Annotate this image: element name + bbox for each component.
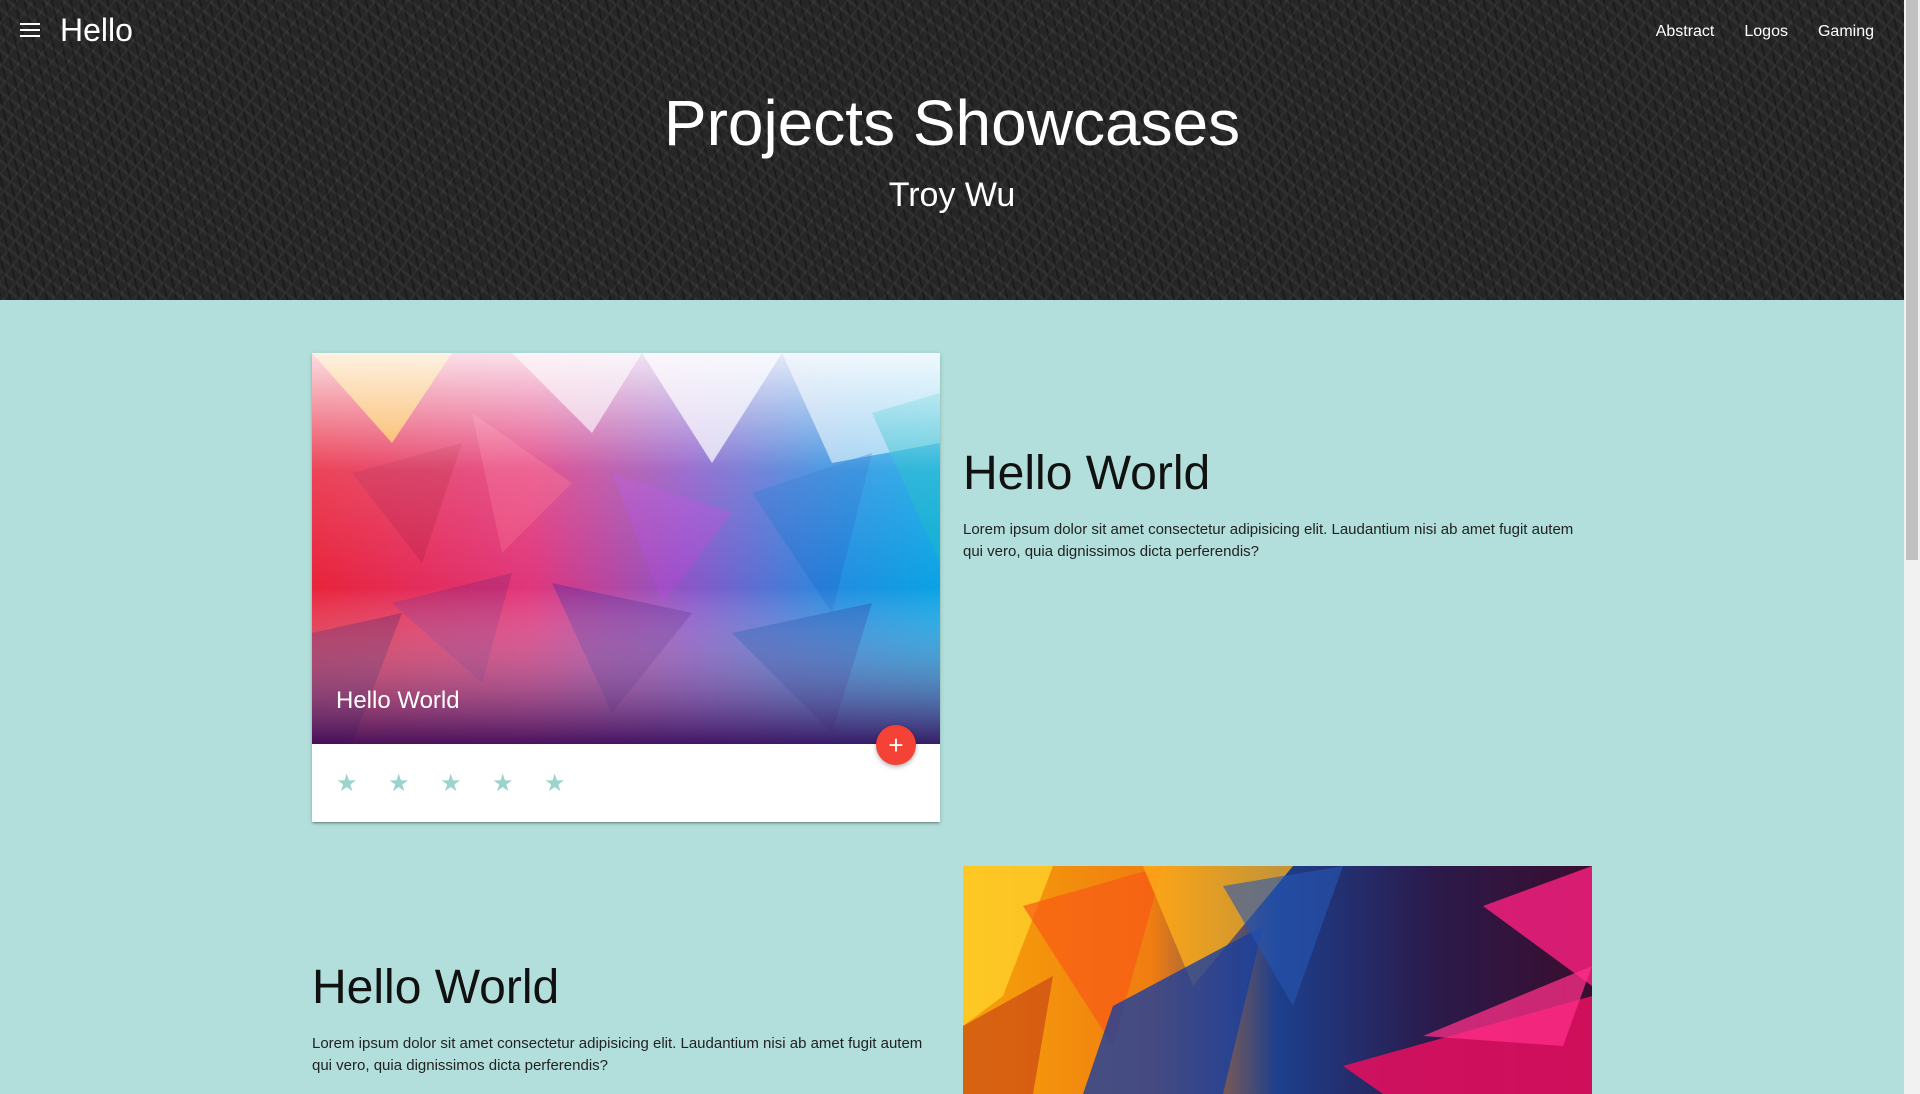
- scrollbar-thumb[interactable]: [1906, 0, 1918, 560]
- featured-card: Hello World + ★ ★ ★ ★ ★: [312, 353, 940, 822]
- card-image: Hello World: [312, 353, 940, 744]
- star-icon[interactable]: ★: [388, 769, 440, 798]
- section-body: Lorem ipsum dolor sit amet consectetur a…: [963, 521, 1574, 560]
- page-header: Hello Abstract Logos Gaming Projects Sho…: [0, 0, 1904, 300]
- nav-link-abstract[interactable]: Abstract: [1641, 0, 1730, 64]
- star-icon[interactable]: ★: [492, 769, 544, 798]
- nav-link-logos[interactable]: Logos: [1729, 0, 1803, 64]
- section-heading: Hello World: [963, 447, 1211, 500]
- section-heading: Hello World: [312, 961, 560, 1014]
- section-text-1: Hello World Lorem ipsum dolor sit amet c…: [963, 446, 1593, 563]
- menu-icon[interactable]: [20, 23, 40, 39]
- star-icon[interactable]: ★: [440, 769, 492, 798]
- add-button[interactable]: +: [876, 725, 916, 765]
- abstract-image: [963, 866, 1592, 1094]
- brand-logo[interactable]: Hello: [60, 12, 133, 49]
- star-icon[interactable]: ★: [336, 769, 388, 798]
- section-text-2: Hello World Lorem ipsum dolor sit amet c…: [312, 960, 942, 1077]
- hero-subtitle: Troy Wu: [888, 176, 1016, 214]
- plus-icon: +: [888, 730, 904, 760]
- star-icon[interactable]: ★: [544, 769, 596, 798]
- star-rating[interactable]: ★ ★ ★ ★ ★: [336, 769, 596, 798]
- section-body: Lorem ipsum dolor sit amet consectetur a…: [312, 1035, 923, 1074]
- card-title: Hello World: [336, 687, 460, 714]
- top-nav: Abstract Logos Gaming: [1641, 0, 1889, 64]
- scrollbar[interactable]: [1904, 0, 1920, 1094]
- nav-link-gaming[interactable]: Gaming: [1803, 0, 1889, 64]
- hero-title: Projects Showcases: [663, 87, 1241, 159]
